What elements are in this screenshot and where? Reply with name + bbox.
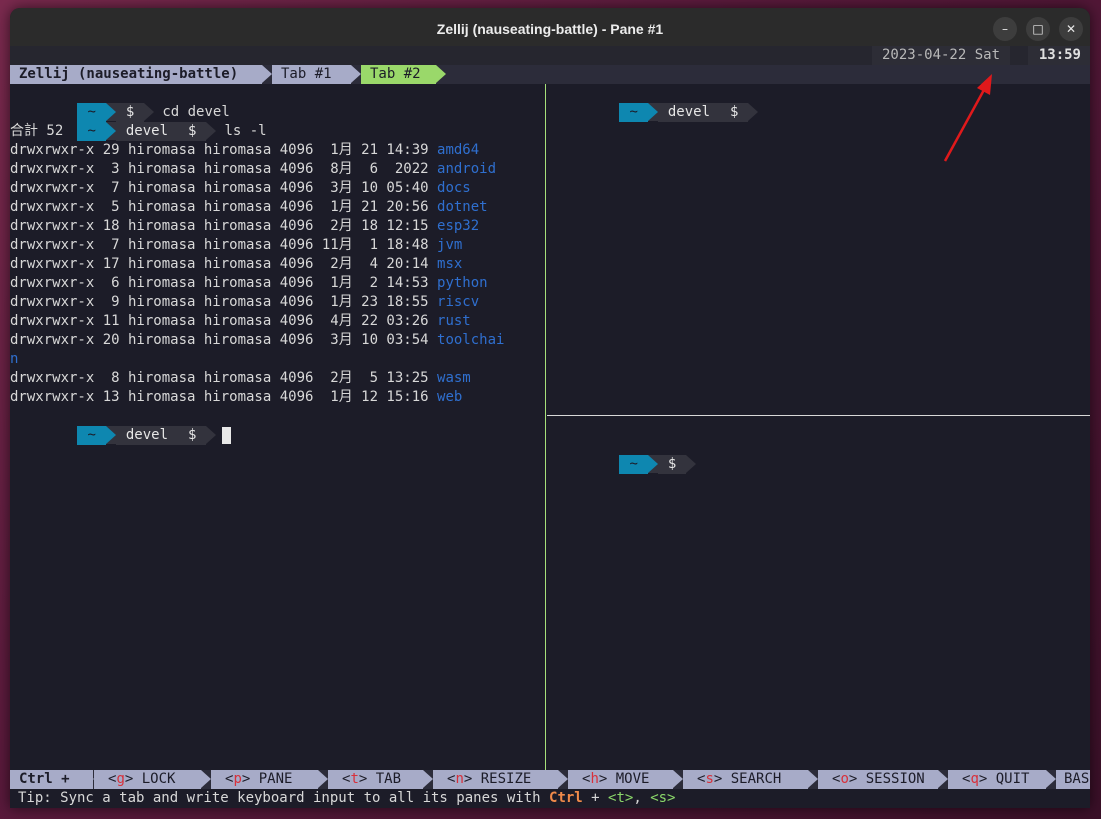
arrow-shaft — [943, 87, 987, 162]
arrow-head — [977, 74, 992, 95]
annotation-arrow-icon — [943, 74, 992, 162]
